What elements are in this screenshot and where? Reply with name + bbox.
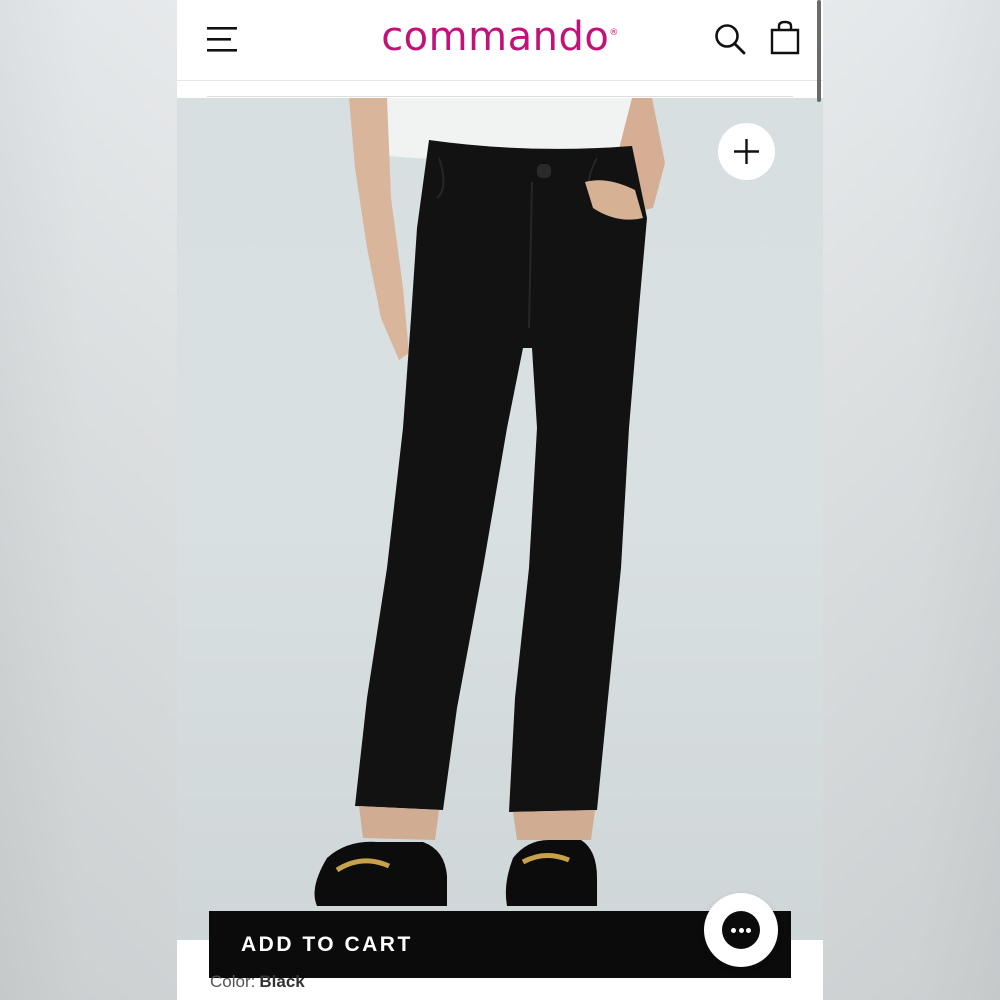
header-divider — [207, 96, 793, 97]
zoom-plus-button[interactable] — [718, 123, 775, 180]
search-icon[interactable] — [713, 22, 747, 56]
shopping-bag-icon[interactable] — [769, 20, 801, 56]
color-selection: Color: Black — [210, 972, 305, 992]
page-scrollbar[interactable] — [817, 0, 821, 102]
add-to-cart-button[interactable]: ADD TO CART — [209, 911, 791, 978]
mobile-page: commando® ADD TO CART Color: Black — [177, 0, 823, 1000]
chat-button[interactable] — [704, 893, 778, 967]
brand-logo-text: commando — [381, 14, 610, 60]
site-header: commando® — [177, 0, 823, 81]
product-photo-illustration — [314, 98, 665, 906]
background-blur-right — [823, 0, 1000, 1000]
chat-bubble-icon — [722, 911, 760, 949]
background-blur-left — [0, 0, 177, 1000]
plus-icon — [734, 139, 759, 164]
add-to-cart-label: ADD TO CART — [241, 933, 413, 956]
product-image[interactable] — [177, 98, 823, 940]
color-label: Color: — [210, 972, 256, 991]
color-value: Black — [259, 972, 305, 991]
registered-mark: ® — [609, 28, 619, 38]
